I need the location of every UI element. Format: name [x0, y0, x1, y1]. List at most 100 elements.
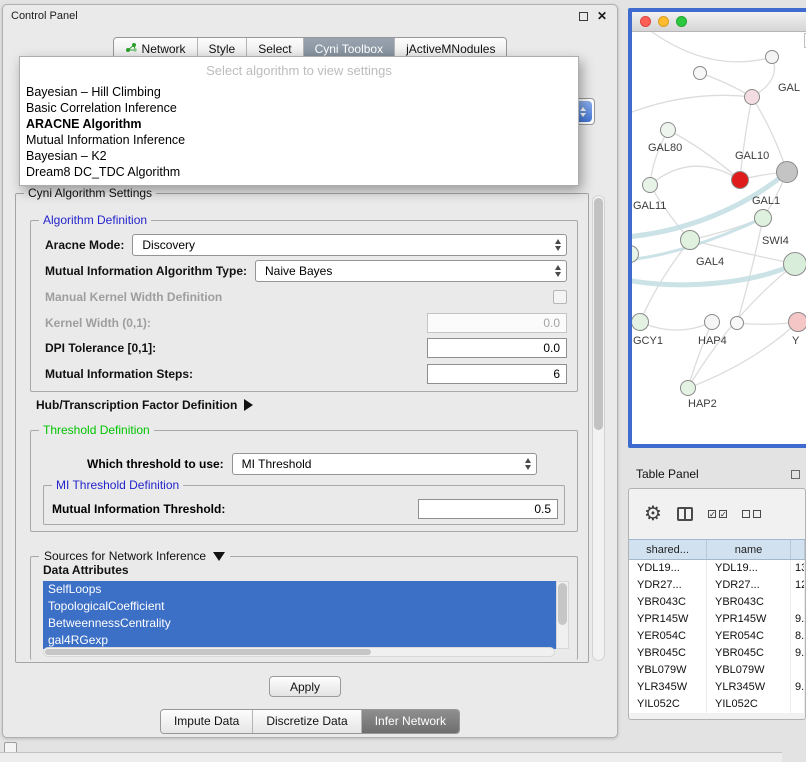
select-all-checks-icon[interactable]: ✓✓ [708, 510, 727, 518]
table-cell: 9. [791, 645, 805, 662]
tab-label: Discretize Data [266, 714, 347, 728]
tab-impute-data[interactable]: Impute Data [161, 710, 252, 733]
desktop: Control Panel ✕ Network [0, 0, 806, 762]
kernel-width-label: Kernel Width (0,1): [45, 316, 151, 330]
graph-node[interactable] [788, 312, 806, 332]
list-horizontal-scrollbar[interactable] [43, 647, 555, 657]
algorithm-option[interactable]: Bayesian – K2 [20, 148, 578, 164]
attribute-list-item[interactable]: BetweennessCentrality [43, 615, 556, 632]
graph-node[interactable] [642, 177, 658, 193]
mi-steps-field[interactable]: 6 [427, 364, 567, 384]
graph-node[interactable] [765, 50, 779, 64]
list-vertical-scrollbar[interactable] [556, 581, 569, 649]
sources-group: Sources for Network Inference Data Attri… [30, 556, 578, 660]
threshold-definition-title: Threshold Definition [39, 423, 154, 437]
collapsed-arrow-icon [244, 399, 253, 411]
table-row[interactable]: YLR345WYLR345W9. [629, 679, 805, 696]
which-threshold-select[interactable]: MI Threshold [232, 453, 537, 475]
algorithm-definition-title: Algorithm Definition [39, 213, 151, 227]
kernel-width-field[interactable]: 0.0 [427, 313, 567, 333]
column-header-cut[interactable] [791, 540, 805, 559]
float-window-icon[interactable] [579, 12, 588, 21]
mi-threshold-title: MI Threshold Definition [52, 478, 183, 492]
data-attributes-list: SelfLoopsTopologicalCoefficientBetweenne… [43, 581, 569, 649]
graph-node[interactable] [660, 122, 676, 138]
cyni-algorithm-settings-group: Cyni Algorithm Settings Algorithm Defini… [15, 193, 589, 663]
table-row[interactable]: YBR045CYBR045C9. [629, 645, 805, 662]
network-window-titlebar [632, 12, 806, 32]
which-threshold-label: Which threshold to use: [87, 457, 224, 471]
graph-node[interactable] [730, 316, 744, 330]
columns-icon[interactable] [677, 507, 693, 521]
table-row[interactable]: YBR043CYBR043C [629, 594, 805, 611]
table-rows: YDL19...YDL19...13YDR27...YDR27...12YBR0… [629, 560, 805, 713]
algorithm-option[interactable]: Bayesian – Hill Climbing [20, 84, 578, 100]
graph-node-label: GAL10 [735, 150, 769, 162]
graph-node[interactable] [680, 230, 700, 250]
table-panel-titlebar: Table Panel [628, 462, 806, 486]
graph-node[interactable] [680, 380, 696, 396]
node-table: shared... name YDL19...YDL19...13YDR27..… [629, 539, 805, 713]
table-row[interactable]: YPR145WYPR145W9. [629, 611, 805, 628]
hub-definition-toggle[interactable]: Hub/Transcription Factor Definition [36, 398, 253, 412]
graph-node[interactable] [693, 66, 707, 80]
mi-threshold-label: Mutual Information Threshold: [52, 502, 225, 516]
mi-type-select[interactable]: Naive Bayes [255, 260, 567, 282]
graph-node[interactable] [754, 209, 772, 227]
aracne-mode-row: Aracne Mode: Discovery [45, 234, 567, 256]
table-row[interactable]: YDL19...YDL19...13 [629, 560, 805, 577]
algorithm-option[interactable]: Mutual Information Inference [20, 132, 578, 148]
table-row[interactable]: YDR27...YDR27...12 [629, 577, 805, 594]
algorithm-option[interactable]: Basic Correlation Inference [20, 100, 578, 116]
mi-type-value: Naive Bayes [265, 264, 332, 278]
attribute-list-item[interactable]: SelfLoops [43, 581, 556, 598]
tab-infer-network[interactable]: Infer Network [361, 710, 459, 733]
deselect-all-boxes-icon[interactable] [742, 510, 761, 518]
dpi-tolerance-label: DPI Tolerance [0,1]: [45, 341, 156, 355]
dpi-tolerance-field[interactable]: 0.0 [427, 338, 567, 358]
graph-node-label: GAL1 [752, 195, 780, 207]
attribute-list-item[interactable]: TopologicalCoefficient [43, 598, 556, 615]
scrollbar-thumb[interactable] [594, 198, 603, 430]
tab-label: Network [142, 42, 186, 56]
manual-kernel-checkbox[interactable] [553, 290, 567, 304]
graph-node[interactable] [731, 171, 749, 189]
control-panel-window: Control Panel ✕ Network [2, 4, 618, 738]
aracne-mode-select[interactable]: Discovery [132, 234, 567, 256]
table-cell: YPR145W [707, 611, 791, 628]
table-cell: YDL19... [707, 560, 791, 577]
column-header-shared-name[interactable]: shared... [629, 540, 707, 559]
tab-discretize-data[interactable]: Discretize Data [252, 710, 360, 733]
close-icon[interactable]: ✕ [597, 11, 607, 21]
table-cell: YBR043C [707, 594, 791, 611]
minimize-traffic-light[interactable] [658, 16, 669, 27]
table-cell: YBL079W [707, 662, 791, 679]
graph-node[interactable] [704, 314, 720, 330]
gear-icon[interactable]: ⚙ [644, 504, 662, 524]
tab-label: Infer Network [375, 714, 446, 728]
graph-node[interactable] [744, 89, 760, 105]
zoom-traffic-light[interactable] [676, 16, 687, 27]
table-cell: 12 [791, 577, 805, 594]
graph-node[interactable] [776, 161, 798, 183]
table-row[interactable]: YIL052CYIL052C [629, 696, 805, 713]
settings-vertical-scrollbar[interactable] [592, 195, 605, 661]
table-cell: YDR27... [707, 577, 791, 594]
table-row[interactable]: YBL079WYBL079W [629, 662, 805, 679]
algorithm-option[interactable]: Dream8 DC_TDC Algorithm [20, 164, 578, 180]
apply-button[interactable]: Apply [269, 676, 341, 697]
tab-label: Impute Data [174, 714, 239, 728]
network-canvas[interactable]: GALGAL80GAL10GAL11GAL1SWI4GAL4GCY1HAP4YH… [632, 32, 806, 444]
algorithm-dropdown-popup: Select algorithm to view settings Bayesi… [19, 56, 579, 186]
column-header-name[interactable]: name [707, 540, 791, 559]
mi-threshold-field[interactable]: 0.5 [418, 499, 558, 519]
graph-node-label: HAP4 [698, 335, 727, 347]
float-window-icon[interactable] [791, 470, 800, 479]
manual-kernel-label: Manual Kernel Width Definition [45, 290, 222, 304]
table-row[interactable]: YER054CYER054C8. [629, 628, 805, 645]
table-cell: YBR045C [629, 645, 707, 662]
graph-node[interactable] [783, 252, 806, 276]
close-traffic-light[interactable] [640, 16, 651, 27]
sources-toggle[interactable]: Sources for Network Inference [39, 549, 230, 563]
algorithm-option[interactable]: ARACNE Algorithm [20, 116, 578, 132]
